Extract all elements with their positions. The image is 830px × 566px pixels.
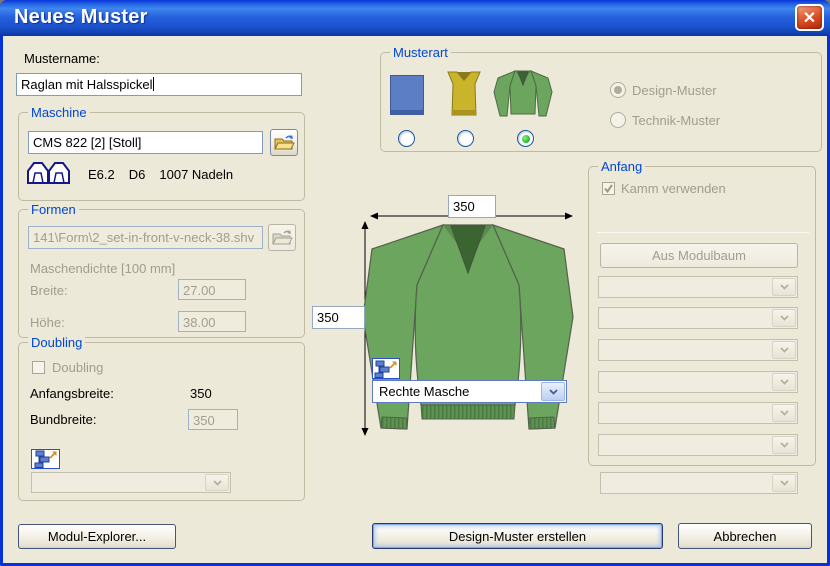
density-width-field: 27.00 bbox=[178, 279, 246, 300]
shape-group-title: Formen bbox=[28, 202, 79, 217]
base-stitch-dropdown[interactable]: Rechte Masche bbox=[372, 380, 567, 403]
module-explorer-button[interactable]: Modul-Explorer... bbox=[18, 524, 176, 549]
shape-path-value: 141\Form\2_set-in-front-v-neck-38.shv bbox=[33, 230, 255, 245]
cuff-width-label: Bundbreite: bbox=[30, 412, 97, 427]
new-pattern-dialog: Neues Muster ✕ Mustername: Raglan mit Ha… bbox=[0, 0, 830, 566]
start-module-dropdown-5 bbox=[598, 402, 798, 424]
check-icon bbox=[604, 184, 613, 194]
sweater-icon bbox=[492, 68, 554, 118]
pattern-type-radio-sweater[interactable] bbox=[517, 130, 534, 147]
width-label: Breite: bbox=[30, 283, 68, 298]
doubling-checkbox-label: Doubling bbox=[52, 360, 104, 375]
start-width-value: 350 bbox=[190, 386, 212, 401]
cuff-width-value: 350 bbox=[193, 413, 215, 428]
chevron-down-icon bbox=[772, 278, 796, 296]
base-stitch-value: Rechte Masche bbox=[379, 384, 470, 399]
gauge-value: E6.2 bbox=[88, 167, 115, 182]
design-pattern-radio bbox=[610, 82, 626, 98]
technik-pattern-radio bbox=[610, 112, 626, 128]
machine-specs: E6.2 D6 1007 Nadeln bbox=[88, 167, 233, 182]
from-module-tree-label: Aus Modulbaum bbox=[652, 248, 746, 263]
dialog-title: Neues Muster bbox=[14, 6, 148, 28]
machine-group: Maschine bbox=[18, 105, 305, 201]
density-width-value: 27.00 bbox=[183, 283, 216, 298]
create-design-pattern-label: Design-Muster erstellen bbox=[448, 528, 587, 544]
cuff-width-field: 350 bbox=[188, 409, 238, 430]
pattern-width-value: 350 bbox=[453, 199, 475, 214]
height-label: Höhe: bbox=[30, 315, 65, 330]
extra-module-dropdown bbox=[600, 472, 798, 494]
needle-bed-icon bbox=[27, 161, 71, 185]
start-width-label: Anfangsbreite: bbox=[30, 386, 114, 401]
pattern-type-radio-plain[interactable] bbox=[398, 130, 415, 147]
start-group-divider bbox=[597, 232, 809, 233]
doubling-module-button[interactable] bbox=[31, 449, 60, 469]
chevron-down-icon bbox=[772, 341, 796, 359]
from-module-tree-button: Aus Modulbaum bbox=[600, 243, 798, 268]
pattern-type-group-title: Musterart bbox=[390, 45, 451, 60]
system-value: D6 bbox=[128, 167, 146, 182]
plain-fabric-icon bbox=[390, 75, 424, 115]
vest-icon bbox=[444, 70, 484, 118]
machine-field[interactable]: CMS 822 [2] [Stoll] bbox=[28, 131, 263, 154]
machine-group-title: Maschine bbox=[28, 105, 90, 120]
cancel-label: Abbrechen bbox=[713, 528, 777, 544]
shape-path-field: 141\Form\2_set-in-front-v-neck-38.shv bbox=[28, 226, 263, 249]
doubling-group-title: Doubling bbox=[28, 335, 86, 350]
chevron-down-icon[interactable] bbox=[541, 382, 565, 401]
start-module-dropdown-6 bbox=[598, 434, 798, 456]
title-bar[interactable]: Neues Muster ✕ bbox=[0, 0, 830, 36]
needle-count: 1007 Nadeln bbox=[159, 167, 234, 182]
start-module-dropdown-4 bbox=[598, 371, 798, 393]
stitch-density-label: Maschendichte [100 mm] bbox=[30, 261, 176, 276]
chevron-down-icon bbox=[772, 309, 796, 327]
stitch-module-button[interactable] bbox=[372, 358, 400, 379]
density-height-field: 38.00 bbox=[178, 311, 246, 332]
close-icon[interactable]: ✕ bbox=[795, 4, 824, 31]
chevron-down-icon bbox=[772, 404, 796, 422]
chevron-down-icon bbox=[772, 474, 796, 492]
start-module-dropdown-1 bbox=[598, 276, 798, 298]
pattern-type-radio-vest[interactable] bbox=[457, 130, 474, 147]
comb-checkbox bbox=[602, 182, 615, 195]
doubling-module-dropdown bbox=[31, 472, 231, 493]
chevron-down-icon bbox=[205, 474, 229, 491]
sweater-preview bbox=[362, 221, 574, 439]
module-tree-icon bbox=[34, 450, 56, 468]
shape-browse-button bbox=[268, 224, 296, 251]
chevron-down-icon bbox=[772, 373, 796, 391]
machine-name: CMS 822 [2] [Stoll] bbox=[33, 135, 142, 150]
start-module-dropdown-2 bbox=[598, 307, 798, 329]
technik-pattern-label: Technik-Muster bbox=[632, 113, 721, 128]
create-design-pattern-button[interactable]: Design-Muster erstellen bbox=[372, 523, 663, 549]
pattern-height-field[interactable]: 350 bbox=[312, 306, 365, 329]
start-group-title: Anfang bbox=[598, 159, 646, 174]
doubling-checkbox bbox=[32, 361, 45, 374]
module-explorer-label: Modul-Explorer... bbox=[47, 529, 147, 544]
pattern-width-field[interactable]: 350 bbox=[448, 195, 496, 218]
pattern-name-label: Mustername: bbox=[24, 51, 100, 66]
design-pattern-label: Design-Muster bbox=[632, 83, 717, 98]
pattern-name-value: Raglan mit Halsspickel bbox=[21, 77, 153, 92]
folder-open-icon bbox=[272, 229, 293, 244]
pattern-name-input[interactable]: Raglan mit Halsspickel bbox=[16, 73, 302, 96]
start-module-dropdown-3 bbox=[598, 339, 798, 361]
density-height-value: 38.00 bbox=[183, 315, 216, 330]
text-caret bbox=[152, 77, 154, 91]
chevron-down-icon bbox=[772, 436, 796, 454]
machine-browse-button[interactable] bbox=[270, 129, 298, 156]
module-tree-icon bbox=[374, 360, 397, 378]
cancel-button[interactable]: Abbrechen bbox=[678, 523, 812, 549]
folder-open-icon bbox=[274, 134, 295, 149]
comb-checkbox-label: Kamm verwenden bbox=[621, 181, 726, 196]
pattern-height-value: 350 bbox=[317, 310, 339, 325]
